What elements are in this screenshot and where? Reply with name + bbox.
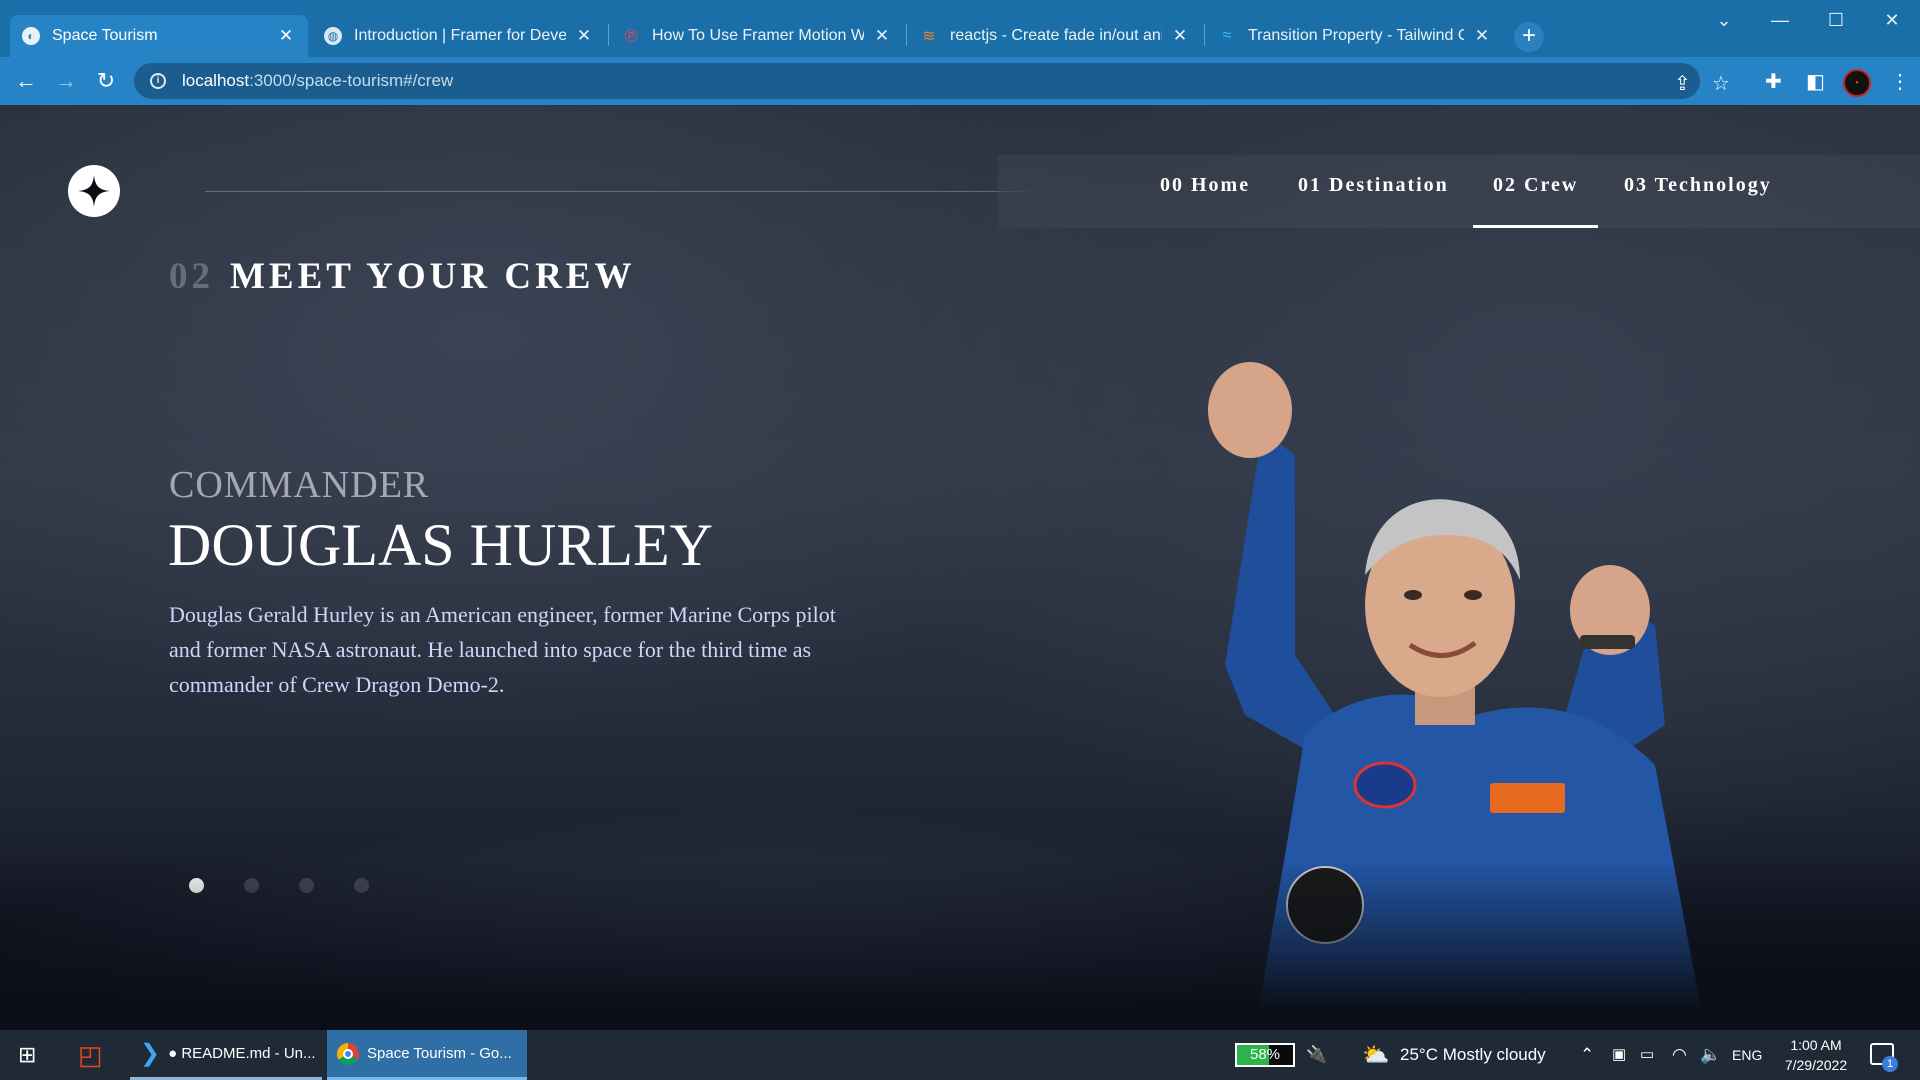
weather-cloud-icon[interactable]: ⛅ (1362, 1030, 1389, 1080)
battery-indicator[interactable]: 58% (1235, 1043, 1295, 1067)
clock-time: 1:00 AM (1790, 1037, 1842, 1053)
close-tab-icon[interactable]: ✕ (1472, 26, 1492, 46)
clock-date: 7/29/2022 (1784, 1057, 1848, 1073)
crew-name: DOUGLAS HURLEY (168, 512, 713, 578)
browser-tab-strip: ◐ Space Tourism ✕ ◍ Introduction | Frame… (0, 0, 1920, 57)
nav-number: 03 (1624, 174, 1648, 196)
vscode-icon: ❯ (140, 1040, 161, 1067)
url-text: localhost:3000/space-tourism#/crew (182, 71, 453, 91)
site-logo[interactable] (68, 165, 120, 217)
browser-status-url: localhost:3000/space-tourism#/crew (0, 1014, 640, 1030)
tab-title: Introduction | Framer for Develop (354, 27, 566, 44)
back-icon[interactable]: ← (12, 67, 40, 95)
nav-number: 01 (1298, 174, 1322, 196)
battery-tray-icon[interactable]: ▭ (1640, 1030, 1654, 1080)
windows-start-icon[interactable]: ⊞ (18, 1030, 36, 1080)
forward-icon[interactable]: → (52, 67, 80, 95)
battery-percent: 58% (1249, 1046, 1281, 1063)
star-logo-icon (78, 175, 110, 207)
close-window-icon[interactable]: ✕ (1864, 0, 1920, 40)
nav-label: Crew (1524, 174, 1579, 196)
side-panel-icon[interactable]: ◧ (1806, 69, 1825, 94)
tab-space-tourism[interactable]: ◐ Space Tourism ✕ (10, 15, 308, 57)
pinterest-icon: ℗ (624, 25, 638, 46)
nav-number: 00 (1160, 174, 1184, 196)
tab-separator (1204, 24, 1205, 46)
tab-title: How To Use Framer Motion With (652, 27, 864, 44)
globe-icon: ◍ (324, 27, 342, 45)
globe-icon: ◐ (22, 27, 40, 45)
tab-separator (608, 24, 609, 46)
extensions-icon[interactable]: ✚ (1765, 69, 1782, 94)
slider-dot-3[interactable] (299, 878, 314, 893)
close-tab-icon[interactable]: ✕ (276, 26, 296, 46)
main-nav: 00 Home 01 Destination 02 Crew 03 Techno… (998, 155, 1920, 228)
weather-text[interactable]: 25°C Mostly cloudy (1400, 1030, 1546, 1080)
windows-taskbar: ⊞ ◰ ❯ ● README.md - Un... Space Tourism … (0, 1030, 1920, 1080)
tab-tailwind[interactable]: ≈ Transition Property - Tailwind CSS ✕ (1206, 15, 1504, 57)
nav-home[interactable]: 00 Home (1160, 155, 1250, 228)
show-hidden-icons-icon[interactable]: ⌃ (1580, 1030, 1594, 1080)
tab-search-icon[interactable]: ⌄ (1696, 0, 1752, 40)
crew-bio: Douglas Gerald Hurley is an American eng… (169, 602, 836, 697)
new-tab-button[interactable]: + (1514, 22, 1544, 52)
taskbar-app-label: Space Tourism - Go... (367, 1045, 512, 1062)
close-tab-icon[interactable]: ✕ (574, 26, 594, 46)
maximize-icon[interactable]: ☐ (1808, 0, 1864, 40)
language-indicator[interactable]: ENG (1732, 1030, 1762, 1080)
site-info-icon[interactable]: i (150, 73, 166, 89)
tab-framer-motion[interactable]: ℗ How To Use Framer Motion With ✕ (610, 15, 904, 57)
taskbar-app-label: ● README.md - Un... (168, 1045, 316, 1062)
address-bar[interactable]: i localhost:3000/space-tourism#/crew ⇪ ☆ (134, 63, 1730, 99)
taskbar-app-vscode[interactable]: ❯ ● README.md - Un... (130, 1030, 322, 1080)
browser-toolbar: ← → ↻ i localhost:3000/space-tourism#/cr… (0, 57, 1920, 105)
reload-icon[interactable]: ↻ (92, 67, 120, 95)
tab-title: Transition Property - Tailwind CSS (1248, 27, 1464, 44)
minimize-icon[interactable]: — (1752, 0, 1808, 40)
close-tab-icon[interactable]: ✕ (872, 26, 892, 46)
page-title: 02 MEET YOUR CREW (169, 255, 635, 298)
header-divider (205, 191, 1033, 192)
charging-plug-icon: 🔌 (1306, 1045, 1328, 1064)
taskbar-app-chrome[interactable]: Space Tourism - Go... (327, 1030, 527, 1080)
tailwind-icon: ≈ (1222, 27, 1232, 44)
nav-crew[interactable]: 02 Crew (1473, 155, 1599, 228)
nav-label: Home (1191, 174, 1251, 196)
crew-member-image (1208, 362, 1705, 1030)
meet-now-icon[interactable]: ▣ (1612, 1030, 1626, 1080)
tab-separator (906, 24, 907, 46)
share-icon[interactable]: ⇪ (1674, 71, 1691, 96)
profile-avatar[interactable]: ● (1843, 69, 1871, 97)
url-path: :3000/space-tourism#/crew (249, 71, 454, 90)
tab-stackoverflow[interactable]: ≋ reactjs - Create fade in/out anim: ✕ (908, 15, 1202, 57)
slider-dot-4[interactable] (354, 878, 369, 893)
clock[interactable]: 1:00 AM 7/29/2022 (1766, 1035, 1866, 1075)
slider-dot-2[interactable] (244, 878, 259, 893)
bookmark-star-icon[interactable]: ☆ (1712, 71, 1730, 96)
chrome-icon (337, 1042, 359, 1065)
nav-label: Destination (1329, 174, 1449, 196)
nav-number: 02 (1493, 174, 1517, 196)
close-tab-icon[interactable]: ✕ (1170, 26, 1190, 46)
space-tourism-page: 00 Home 01 Destination 02 Crew 03 Techno… (0, 105, 1920, 1030)
nav-technology[interactable]: 03 Technology (1624, 155, 1772, 228)
volume-icon[interactable]: 🔈 (1700, 1030, 1721, 1080)
url-host: localhost (182, 71, 250, 90)
notification-count: 1 (1882, 1056, 1898, 1072)
nav-destination[interactable]: 01 Destination (1298, 155, 1449, 228)
tab-framer-intro[interactable]: ◍ Introduction | Framer for Develop ✕ (312, 15, 606, 57)
crew-role: COMMANDER (169, 464, 430, 506)
tab-title: Space Tourism (52, 27, 158, 44)
tab-title: reactjs - Create fade in/out anim: (950, 27, 1162, 44)
wifi-icon[interactable]: ◠ (1672, 1030, 1687, 1080)
page-title-text: MEET YOUR CREW (230, 256, 636, 297)
nav-label: Technology (1654, 174, 1772, 196)
slider-dot-1[interactable] (189, 878, 204, 893)
menu-icon[interactable]: ⋮ (1890, 69, 1910, 94)
office-icon[interactable]: ◰ (78, 1030, 103, 1080)
page-title-number: 02 (169, 256, 214, 297)
stackoverflow-icon: ≋ (922, 28, 936, 45)
